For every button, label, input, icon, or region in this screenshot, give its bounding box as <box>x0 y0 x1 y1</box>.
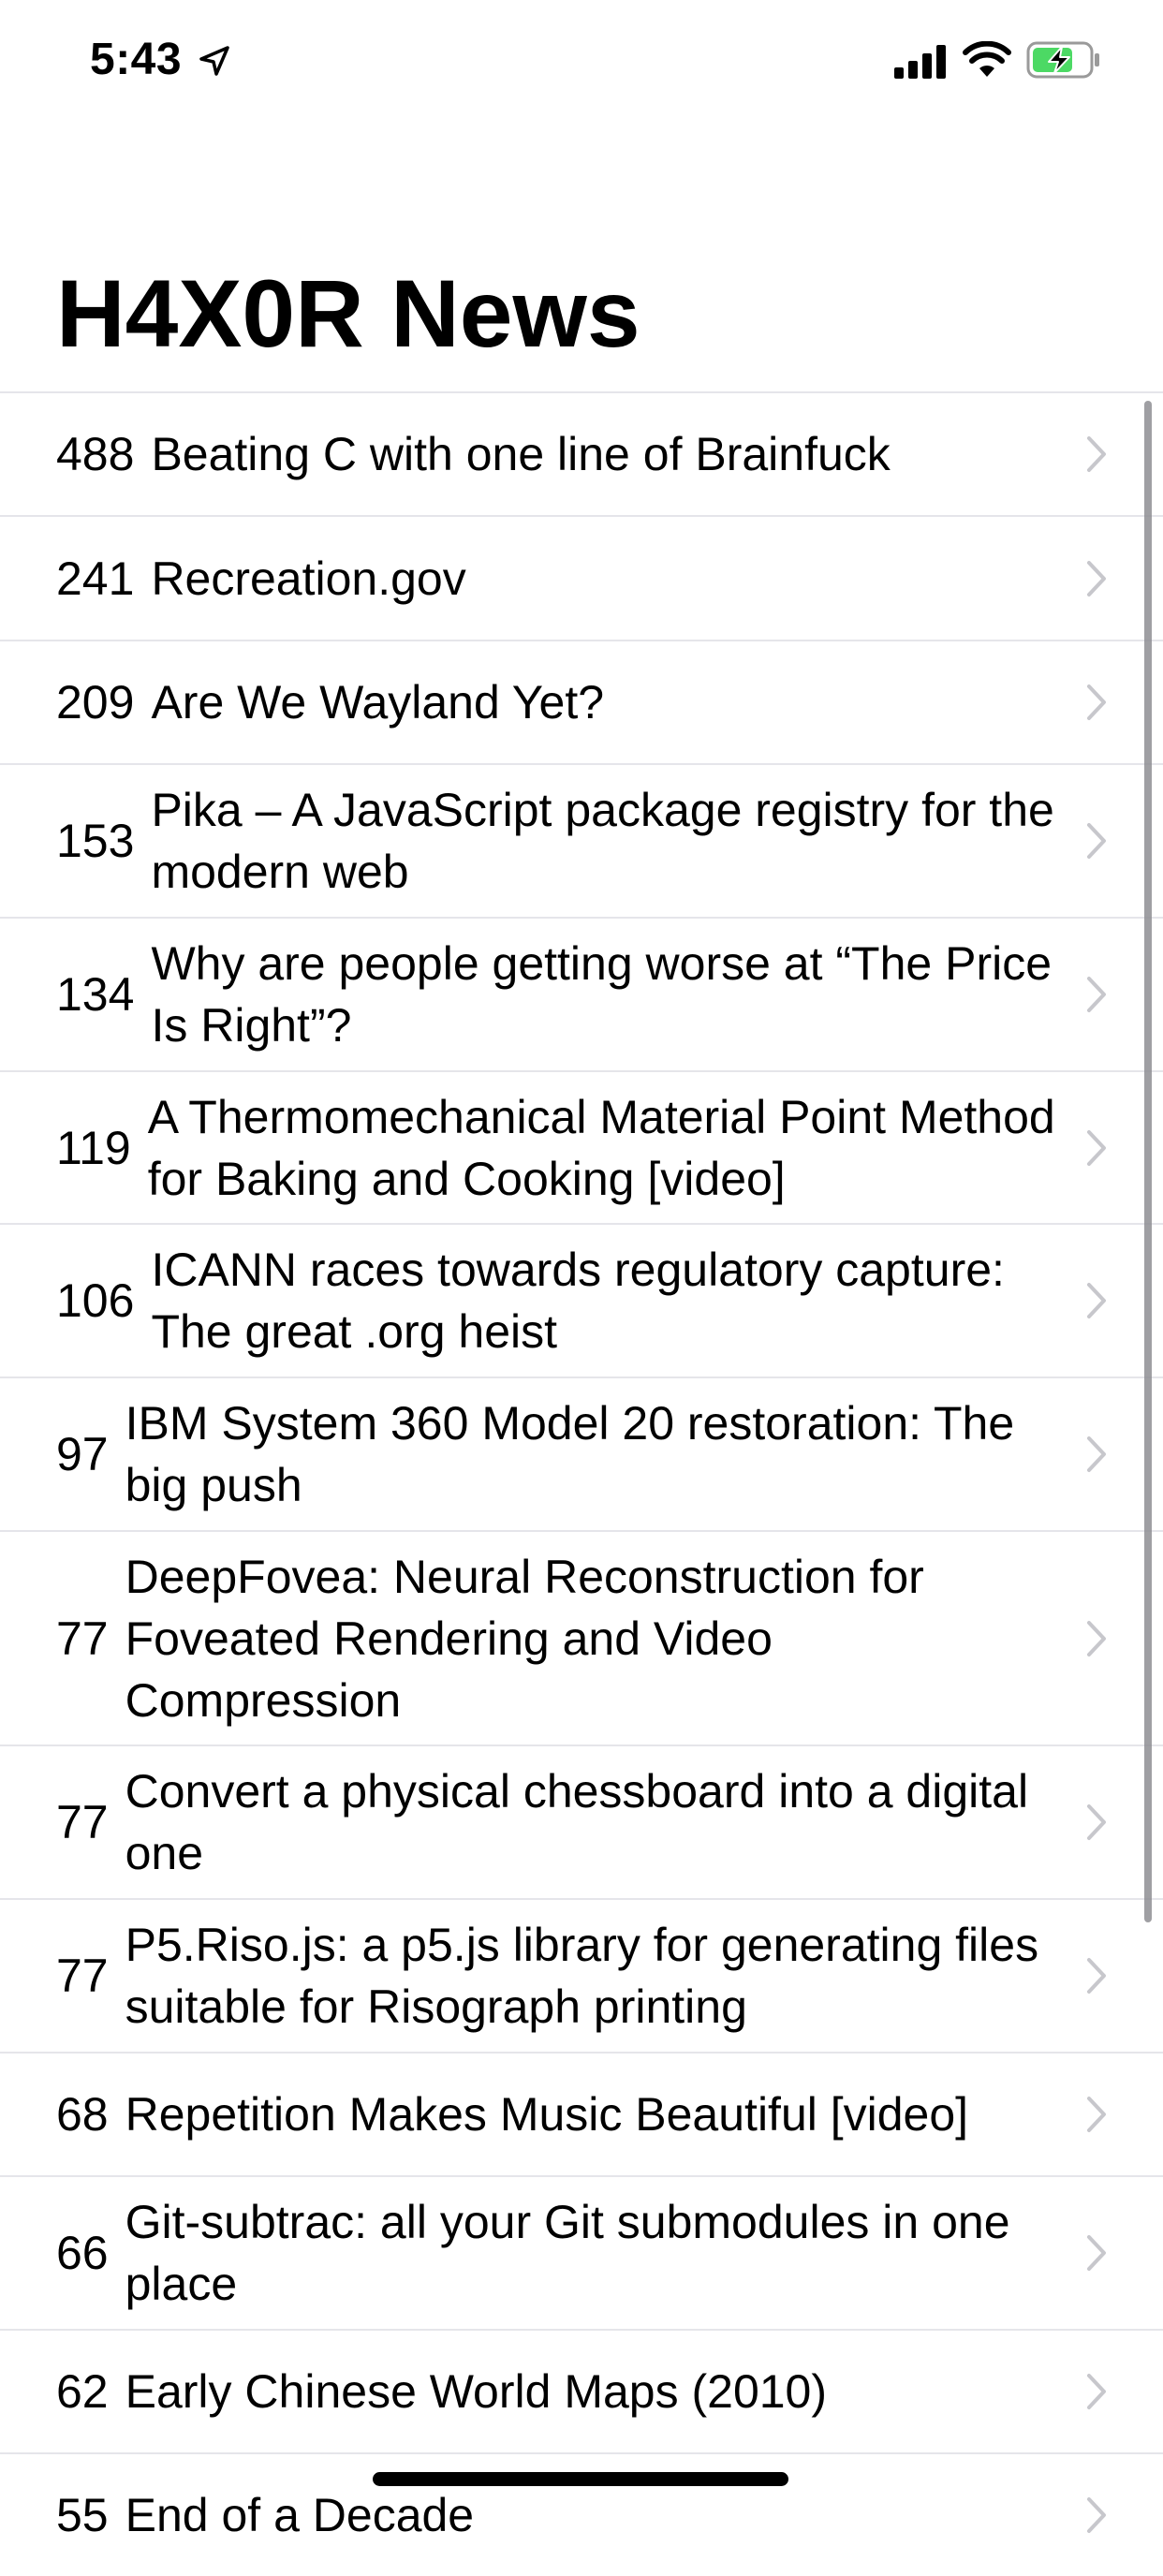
chevron-right-icon <box>1087 1129 1106 1166</box>
chevron-right-icon <box>1087 560 1106 596</box>
story-title: Pika – A JavaScript package registry for… <box>151 784 1054 898</box>
story-row[interactable]: 97 IBM System 360 Model 20 restoration: … <box>0 1376 1163 1530</box>
chevron-right-icon <box>1087 1436 1106 1472</box>
status-time: 5:43 <box>90 35 183 84</box>
chevron-right-icon <box>1087 1620 1106 1656</box>
story-row[interactable]: 77 P5.Riso.js: a p5.js library for gener… <box>0 1898 1163 2052</box>
story-points: 77 <box>56 1950 109 2002</box>
page-title: H4X0R News <box>56 260 640 367</box>
story-row[interactable]: 488 Beating C with one line of Brainfuck <box>0 391 1163 515</box>
story-title: A Thermomechanical Material Point Method… <box>147 1090 1055 1205</box>
chevron-right-icon <box>1087 436 1106 472</box>
story-title: IBM System 360 Model 20 restoration: The… <box>125 1397 1015 1511</box>
chevron-right-icon <box>1087 823 1106 859</box>
story-row[interactable]: 77 DeepFovea: Neural Reconstruction for … <box>0 1530 1163 1744</box>
chevron-right-icon <box>1087 1958 1106 1994</box>
status-bar: 5:43 <box>0 0 1163 124</box>
story-points: 55 <box>56 2489 109 2541</box>
location-arrow-icon <box>199 46 229 76</box>
story-title: Why are people getting worse at “The Pri… <box>151 937 1053 1052</box>
chevron-right-icon <box>1087 1804 1106 1840</box>
story-title: ICANN races towards regulatory capture: … <box>151 1244 1005 1358</box>
story-points: 106 <box>56 1274 135 1327</box>
story-row[interactable]: 77 Convert a physical chessboard into a … <box>0 1744 1163 1898</box>
story-row[interactable]: 119 A Thermomechanical Material Point Me… <box>0 1070 1163 1223</box>
story-row[interactable]: 153 Pika – A JavaScript package registry… <box>0 763 1163 917</box>
story-row[interactable]: 134 Why are people getting worse at “The… <box>0 917 1163 1070</box>
story-points: 209 <box>56 676 135 729</box>
story-title: Convert a physical chessboard into a dig… <box>125 1765 1029 1879</box>
chevron-right-icon <box>1087 684 1106 720</box>
story-title: Git-subtrac: all your Git submodules in … <box>125 2196 1010 2310</box>
story-title: Recreation.gov <box>151 552 466 605</box>
story-points: 241 <box>56 552 135 605</box>
scroll-indicator[interactable] <box>1144 401 1152 1922</box>
story-points: 68 <box>56 2088 109 2141</box>
story-points: 153 <box>56 815 135 867</box>
story-points: 62 <box>56 2365 109 2418</box>
story-title: Beating C with one line of Brainfuck <box>151 428 891 480</box>
chevron-right-icon <box>1087 2497 1106 2533</box>
story-list: 488 Beating C with one line of Brainfuck… <box>0 391 1163 2576</box>
chevron-right-icon <box>1087 2097 1106 2132</box>
home-indicator[interactable] <box>373 2472 788 2486</box>
chevron-right-icon <box>1087 2235 1106 2271</box>
story-points: 134 <box>56 968 135 1021</box>
story-points: 97 <box>56 1428 109 1480</box>
story-title: Early Chinese World Maps (2010) <box>125 2365 828 2418</box>
story-row[interactable]: 62 Early Chinese World Maps (2010) <box>0 2329 1163 2452</box>
wifi-icon <box>963 41 1011 77</box>
story-title: Are We Wayland Yet? <box>151 676 605 729</box>
story-title: DeepFovea: Neural Reconstruction for Fov… <box>125 1550 924 1727</box>
story-row[interactable]: 241 Recreation.gov <box>0 515 1163 640</box>
cellular-signal-icon <box>894 45 946 79</box>
story-row[interactable]: 209 Are We Wayland Yet? <box>0 640 1163 763</box>
battery-charging-icon <box>1026 41 1099 79</box>
chevron-right-icon <box>1087 1283 1106 1318</box>
story-title: Repetition Makes Music Beautiful [video] <box>125 2088 969 2141</box>
story-points: 77 <box>56 1612 109 1665</box>
story-points: 119 <box>56 1121 131 1174</box>
story-row[interactable]: 55 End of a Decade <box>0 2452 1163 2576</box>
story-title: P5.Riso.js: a p5.js library for generati… <box>125 1919 1039 2033</box>
story-row[interactable]: 106 ICANN races towards regulatory captu… <box>0 1223 1163 1376</box>
story-row[interactable]: 66 Git-subtrac: all your Git submodules … <box>0 2175 1163 2329</box>
story-title: End of a Decade <box>125 2489 475 2541</box>
chevron-right-icon <box>1087 977 1106 1012</box>
story-points: 488 <box>56 428 135 480</box>
story-row[interactable]: 68 Repetition Makes Music Beautiful [vid… <box>0 2052 1163 2175</box>
story-points: 66 <box>56 2227 109 2279</box>
story-points: 77 <box>56 1796 109 1848</box>
chevron-right-icon <box>1087 2374 1106 2409</box>
